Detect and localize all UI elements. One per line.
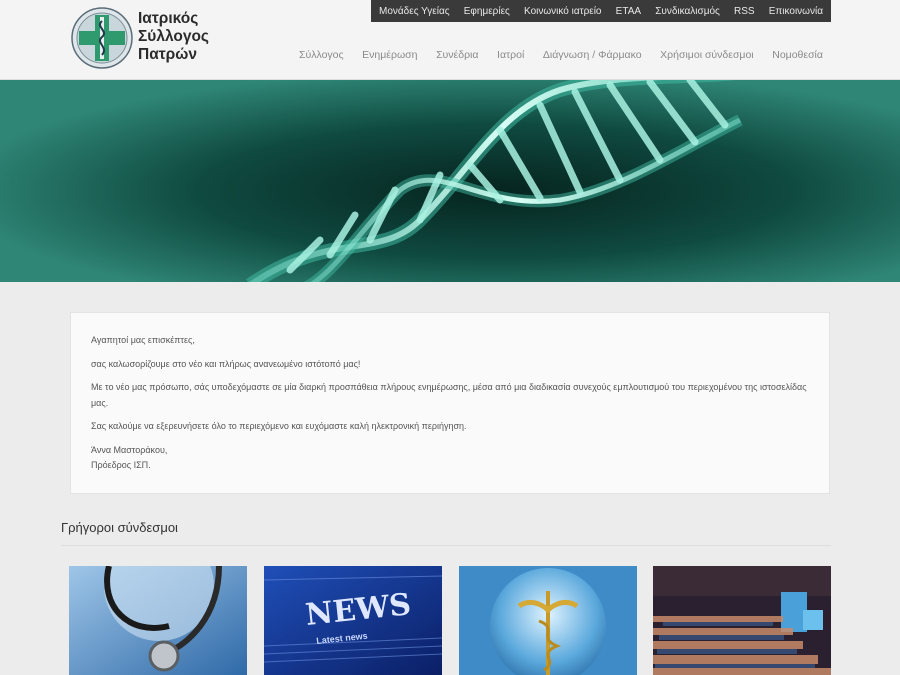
topnav-unionism[interactable]: Συνδικαλισμός [655, 6, 720, 17]
quick-link-card-4[interactable] [653, 566, 831, 675]
logo-line-1: Ιατρικός [138, 10, 199, 27]
topnav-duty-rosters[interactable]: Εφημερίες [464, 6, 510, 17]
topnav-etaa[interactable]: ΕΤΑΑ [616, 6, 641, 17]
nav-news[interactable]: Ενημέρωση [362, 49, 417, 61]
divider [61, 545, 831, 546]
stethoscope-globe-image [69, 566, 247, 675]
quick-link-card-1[interactable] [69, 566, 247, 675]
page: Ιατρικός Σύλλογος Πατρών Μονάδες Υγείας … [0, 0, 900, 675]
signature-name: Άννα Μαστοράκου, [91, 444, 168, 455]
dna-helix-banner-image [0, 80, 900, 282]
nav-association[interactable]: Σύλλογος [299, 49, 344, 61]
header: Ιατρικός Σύλλογος Πατρών Μονάδες Υγείας … [0, 0, 900, 80]
logo-line-3: Πατρών [138, 46, 197, 63]
caduceus-sphere-image [459, 566, 637, 675]
welcome-paragraph-3: Σας καλούμε να εξερευνήσετε όλο το περιε… [91, 421, 467, 431]
top-utility-nav: Μονάδες Υγείας Εφημερίες Κοινωνικό ιατρε… [371, 0, 831, 22]
nav-doctors[interactable]: Ιατροί [497, 49, 524, 61]
quick-links-title: Γρήγοροι σύνδεσμοι [61, 520, 178, 535]
medical-cross-emblem-icon [71, 7, 133, 69]
quick-link-card-2[interactable]: NEWS Latest news [264, 566, 442, 675]
welcome-greeting: Αγαπητοί μας επισκέπτες, [91, 335, 195, 345]
signature-role: Πρόεδρος ΙΣΠ. [91, 460, 151, 470]
nav-useful-links[interactable]: Χρήσιμοι σύνδεσμοι [660, 49, 753, 61]
nav-legislation[interactable]: Νομοθεσία [772, 49, 823, 61]
topnav-social-clinic[interactable]: Κοινωνικό ιατρείο [524, 6, 601, 17]
conference-hall-image [653, 566, 831, 675]
welcome-message: Αγαπητοί μας επισκέπτες, σας καλωσορίζου… [70, 312, 830, 494]
welcome-paragraph-1: σας καλωσορίζουμε στο νέο και πλήρως ανα… [91, 358, 361, 369]
logo-line-2: Σύλλογος [138, 28, 209, 45]
topnav-health-units[interactable]: Μονάδες Υγείας [379, 6, 450, 17]
main-nav: Σύλλογος Ενημέρωση Συνέδρια Ιατροί Διάγν… [299, 49, 823, 61]
news-image: NEWS Latest news [264, 566, 442, 675]
nav-conferences[interactable]: Συνέδρια [436, 49, 478, 61]
nav-diagnosis-medicine[interactable]: Διάγνωση / Φάρμακο [543, 49, 642, 61]
welcome-paragraph-2: Με το νέο μας πρόσωπο, σάς υποδεχόμαστε … [91, 382, 807, 408]
topnav-rss[interactable]: RSS [734, 6, 755, 17]
topnav-contact[interactable]: Επικοινωνία [769, 6, 823, 17]
quick-link-card-3[interactable] [459, 566, 637, 675]
logo-text: Ιατρικός Σύλλογος Πατρών [138, 10, 209, 64]
hero-banner [0, 80, 900, 282]
site-logo[interactable]: Ιατρικός Σύλλογος Πατρών [71, 7, 231, 71]
